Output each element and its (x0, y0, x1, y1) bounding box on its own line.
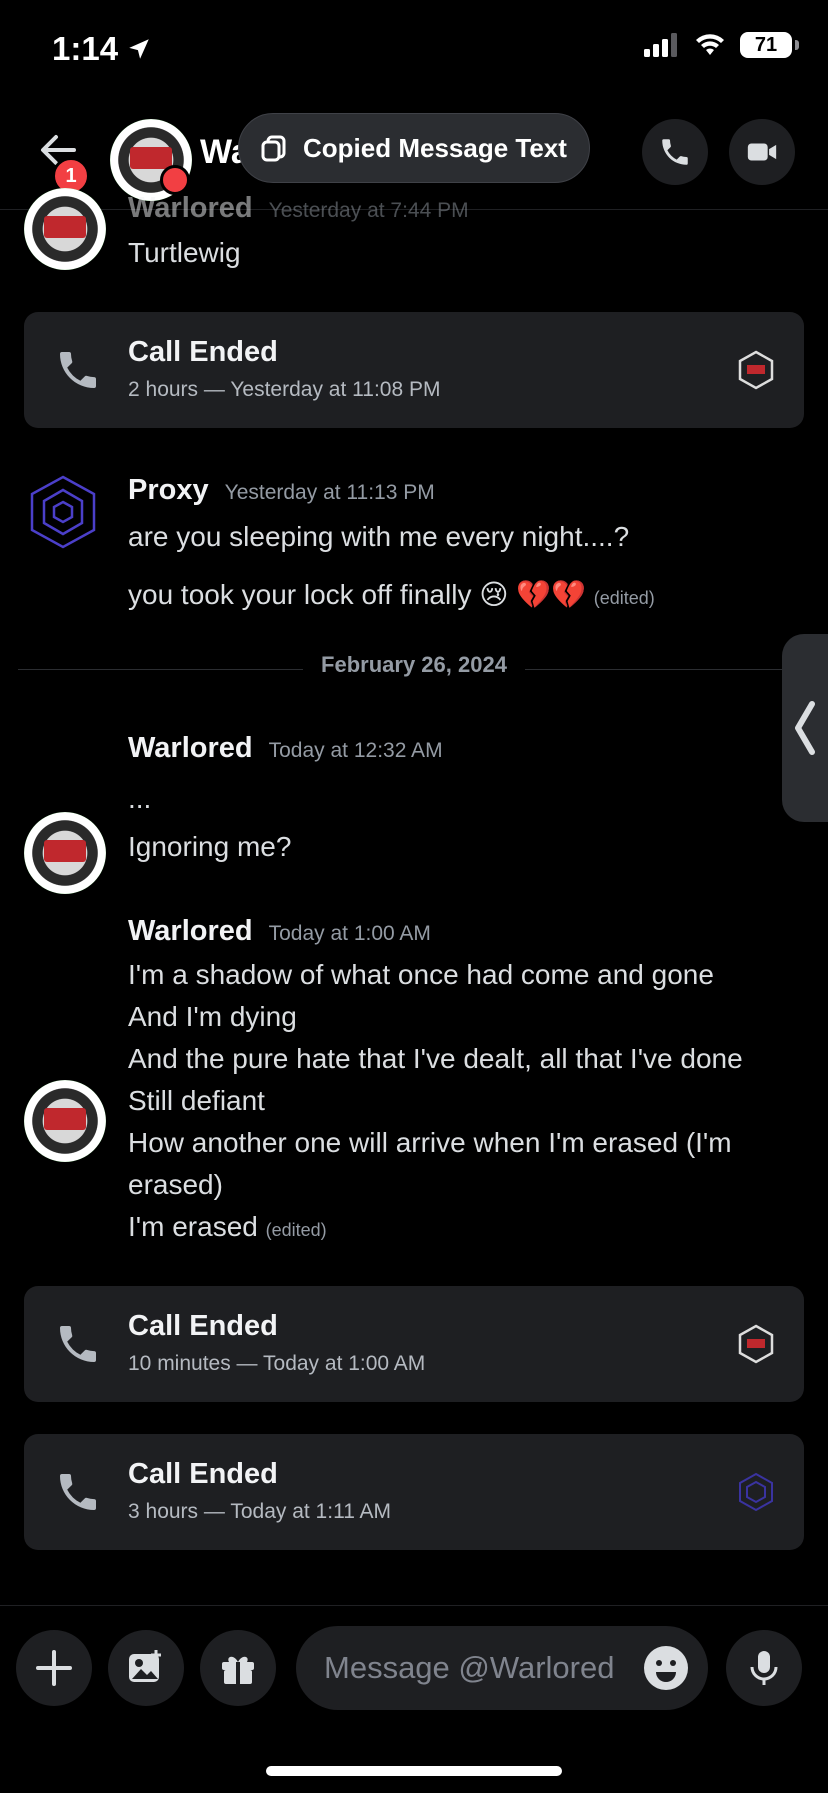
message-composer-bar: Message @Warlored (0, 1605, 828, 1793)
emoji-button[interactable] (642, 1644, 690, 1692)
message-text[interactable]: Ignoring me? (128, 826, 291, 868)
call-ended-card[interactable]: Call Ended 3 hours — Today at 1:11 AM (24, 1434, 804, 1550)
message-line: Still defiant (128, 1085, 265, 1116)
edited-label: (edited) (265, 1220, 327, 1240)
message-emoji: 😢 💔💔 (479, 579, 586, 610)
hexagon-logo-icon (30, 475, 96, 549)
participant-avatar-icon (739, 1472, 773, 1512)
message-author[interactable]: Warlored Today at 1:00 AM (128, 915, 431, 948)
gift-icon (222, 1656, 254, 1684)
status-bar-time: 1:14 (52, 30, 152, 68)
call-subtitle: 2 hours — Yesterday at 11:08 PM (128, 378, 441, 401)
date-divider: February 26, 2024 (0, 652, 828, 678)
unread-count: 1 (65, 164, 77, 187)
image-icon (129, 1650, 161, 1682)
author-name: Warlored (128, 192, 253, 224)
message-line: And the pure hate that I've dealt, all t… (128, 1043, 743, 1074)
author-name: Warlored (128, 732, 253, 764)
message-text-edited[interactable]: you took your lock off finally 😢 💔💔 (edi… (128, 574, 655, 619)
battery-indicator: 71 (740, 32, 799, 58)
copied-toast: Copied Message Text (238, 113, 590, 183)
voice-message-button[interactable] (726, 1630, 802, 1706)
chevron-left-icon (795, 701, 815, 755)
phone-icon (60, 352, 96, 388)
microphone-icon (750, 1651, 778, 1685)
call-title: Call Ended (128, 1458, 278, 1490)
message-line: erased) (128, 1169, 223, 1200)
video-call-button[interactable] (729, 119, 795, 185)
toast-text: Copied Message Text (303, 132, 567, 163)
message-timestamp: Today at 12:32 AM (268, 739, 443, 762)
phone-call-icon (662, 139, 688, 165)
phone-icon (60, 1326, 96, 1362)
call-ended-card[interactable]: Call Ended 2 hours — Yesterday at 11:08 … (24, 312, 804, 428)
cellular-signal-icon (644, 33, 677, 57)
dnd-status-icon (160, 165, 190, 195)
avatar-warlored[interactable] (24, 812, 106, 894)
avatar-proxy[interactable] (28, 474, 98, 549)
message-author[interactable]: Warlored Yesterday at 7:44 PM (128, 192, 469, 225)
participant-avatar-icon (738, 1324, 774, 1364)
location-arrow-icon (129, 39, 149, 59)
message-timestamp: Yesterday at 11:13 PM (224, 481, 435, 504)
gift-button[interactable] (200, 1630, 276, 1706)
plus-icon (36, 1650, 72, 1686)
wifi-icon (696, 34, 724, 55)
gallery-button[interactable] (108, 1630, 184, 1706)
edited-label: (edited) (593, 588, 655, 608)
message-text-lyrics[interactable]: I'm a shadow of what once had come and g… (128, 954, 818, 1251)
date-divider-label: February 26, 2024 (303, 652, 525, 677)
message-line: And I'm dying (128, 1001, 297, 1032)
message-line: I'm erased (128, 1211, 258, 1242)
message-timestamp: Yesterday at 7:44 PM (268, 199, 469, 222)
smiley-icon (644, 1646, 688, 1690)
member-list-handle[interactable] (782, 634, 828, 822)
battery-level: 71 (754, 33, 778, 56)
message-line: I'm a shadow of what once had come and g… (128, 959, 714, 990)
call-title: Call Ended (128, 336, 278, 368)
author-name: Proxy (128, 474, 209, 506)
message-author[interactable]: Proxy Yesterday at 11:13 PM (128, 474, 435, 507)
message-line: you took your lock off finally (128, 579, 472, 610)
message-text[interactable]: Turtlewig (128, 232, 241, 274)
call-ended-card[interactable]: Call Ended 10 minutes — Today at 1:00 AM (24, 1286, 804, 1402)
time-text: 1:14 (52, 30, 119, 67)
call-subtitle: 3 hours — Today at 1:11 AM (128, 1500, 392, 1523)
phone-icon (60, 1474, 96, 1510)
avatar-warlored[interactable] (24, 1080, 106, 1162)
voice-call-button[interactable] (642, 119, 708, 185)
call-title: Call Ended (128, 1310, 278, 1342)
message-line: How another one will arrive when I'm era… (128, 1127, 732, 1158)
add-attachment-button[interactable] (16, 1630, 92, 1706)
call-subtitle: 10 minutes — Today at 1:00 AM (128, 1352, 426, 1375)
copy-icon (261, 135, 286, 162)
participant-avatar-icon (738, 350, 774, 390)
message-input-placeholder: Message @Warlored (324, 1650, 615, 1685)
status-bar-indicators: 71 (644, 32, 799, 58)
avatar-warlored[interactable] (24, 188, 106, 270)
message-text[interactable]: ... (128, 778, 151, 820)
home-indicator[interactable] (266, 1766, 562, 1776)
message-timestamp: Today at 1:00 AM (268, 922, 431, 945)
video-camera-icon (747, 143, 777, 161)
message-author[interactable]: Warlored Today at 12:32 AM (128, 732, 443, 765)
author-name: Warlored (128, 915, 253, 947)
message-text[interactable]: are you sleeping with me every night....… (128, 516, 629, 558)
message-line-last: I'm erased (edited) (128, 1206, 818, 1251)
